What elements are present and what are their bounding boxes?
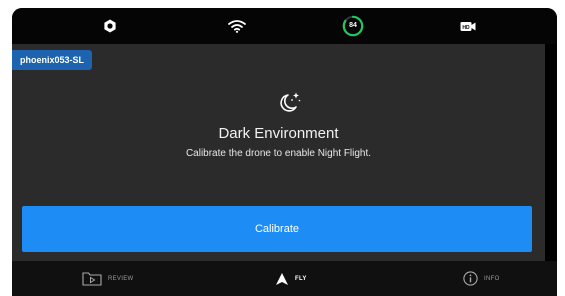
nav-info[interactable]: INFO [463,261,500,296]
wifi-status [226,8,248,44]
nav-review-label: REVIEW [108,275,134,282]
wifi-icon [228,20,246,33]
calibrate-button[interactable]: Calibrate [22,206,532,252]
gear-icon [104,19,116,33]
info-icon [463,271,478,286]
hd-video-camera-icon: HD [460,21,476,31]
app-screen: 84 HD phoenix053-SL Dark Environment Cal… [12,8,557,296]
alert-message: Calibrate the drone to enable Night Flig… [185,148,372,159]
battery-indicator: 84 [342,15,364,37]
main-panel: phoenix053-SL Dark Environment Calibrate… [12,44,545,261]
nav-review[interactable]: REVIEW [82,261,133,296]
alert-title: Dark Environment [218,125,339,142]
drone-name-badge[interactable]: phoenix053-SL [12,50,93,70]
camera-quality-status: HD [456,8,480,44]
bottom-nav: REVIEW FLY INFO [12,261,557,296]
play-folder-icon [82,272,102,286]
svg-text:HD: HD [462,24,470,30]
moon-stars-icon [280,92,301,112]
settings-button[interactable] [100,8,120,44]
arrow-up-icon [276,272,288,285]
nav-fly-label: FLY [295,275,307,282]
battery-percentage: 84 [349,22,357,29]
nav-fly[interactable]: FLY [275,261,307,296]
nav-info-label: INFO [484,275,500,282]
status-bar: 84 HD [12,8,557,44]
